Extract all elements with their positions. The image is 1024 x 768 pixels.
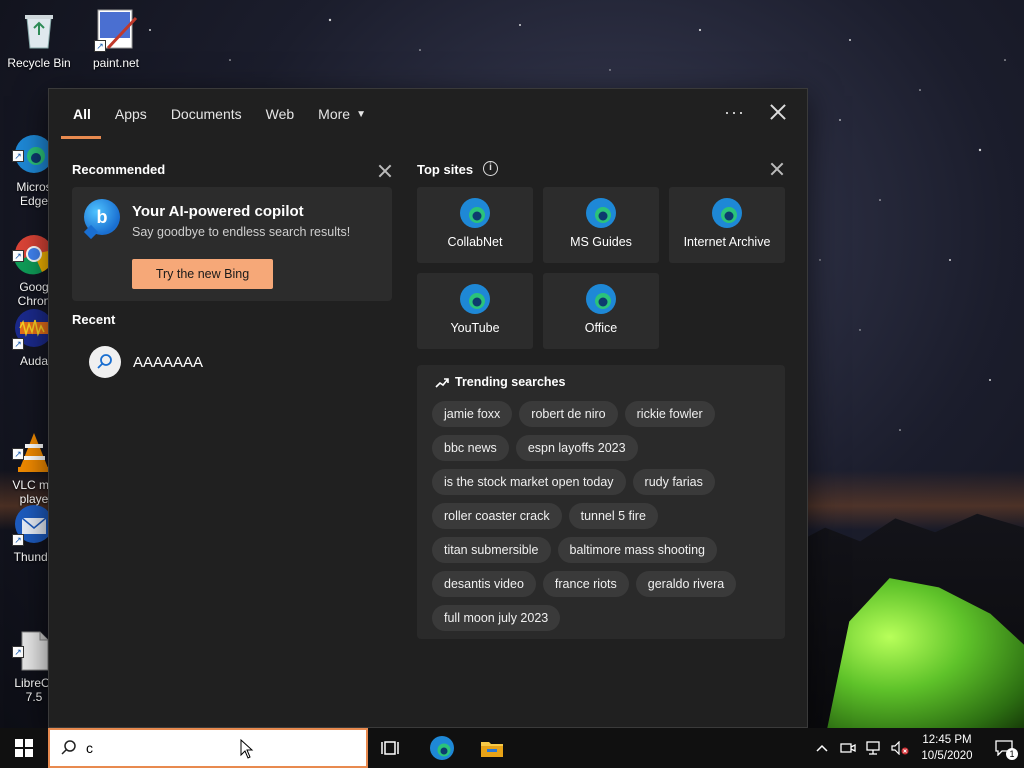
taskbar: 12:45 PM 10/5/2020 1 [0,728,1024,768]
recommended-title: Recommended [72,162,166,177]
site-label: CollabNet [447,235,503,249]
taskbar-search-input[interactable] [86,740,326,756]
tab-more[interactable]: More ▼ [306,89,378,139]
site-label: Office [584,321,618,335]
tab-label: Documents [170,106,242,122]
network-icon[interactable] [864,738,884,758]
recycle-bin-icon [17,8,61,52]
tab-web[interactable]: Web [254,89,307,139]
tab-label: More [318,106,351,122]
copilot-subtitle: Say goodbye to endless search results! [132,225,351,239]
desktop-icon-label: paint.net [92,56,140,70]
trending-chip[interactable]: rudy farias [632,469,715,495]
site-tile-youtube[interactable]: YouTube [417,273,533,349]
desktop-icon-paint-net[interactable]: ↗ paint.net [78,8,154,70]
try-new-bing-button[interactable]: Try the new Bing [132,259,273,289]
trending-chips: jamie foxx robert de niro rickie fowler bbc… [432,401,777,631]
trending-arrow-icon [435,378,449,388]
caret-down-icon: ▼ [356,108,366,120]
site-label: Internet Archive [683,235,771,249]
desktop-icon-label: Recycle Bin [7,56,71,70]
recent-item-label: AAAAAAA [133,353,204,371]
tab-apps[interactable]: Apps [103,89,159,139]
more-options-icon[interactable]: ··· [724,102,745,123]
shortcut-arrow-icon: ↗ [12,646,24,658]
trending-title: Trending searches [455,375,566,389]
paint-net-icon: ↗ [94,8,138,52]
search-tabs: All Apps Documents Web More ▼ [61,89,378,139]
edge-icon [460,284,490,314]
trending-chip[interactable]: is the stock market open today [432,469,626,495]
shortcut-arrow-icon: ↗ [12,150,24,162]
site-tile-office[interactable]: Office [543,273,659,349]
site-tile-internet-archive[interactable]: Internet Archive [669,187,785,263]
trending-chip[interactable]: titan submersible [432,537,551,563]
dismiss-top-sites-button[interactable] [769,161,785,177]
start-button[interactable] [0,728,48,768]
notifications-icon[interactable]: 1 [994,738,1018,760]
dismiss-recommended-button[interactable] [377,163,393,179]
trending-chip[interactable]: desantis video [432,571,536,597]
shortcut-arrow-icon: ↗ [94,40,106,52]
trending-chip[interactable]: bbc news [432,435,509,461]
trending-chip[interactable]: roller coaster crack [432,503,562,529]
shortcut-arrow-icon: ↗ [12,534,24,546]
shortcut-arrow-icon: ↗ [12,448,24,460]
volume-muted-icon[interactable] [890,738,910,758]
edge-icon[interactable] [428,734,456,762]
recent-title: Recent [72,312,116,327]
tab-label: All [73,106,91,122]
trending-chip[interactable]: full moon july 2023 [432,605,561,631]
edge-icon [586,198,616,228]
bing-logo-icon: b [84,199,120,235]
trending-chip[interactable]: robert de niro [519,401,618,427]
copilot-title: Your AI-powered copilot [132,203,304,220]
clock-time: 12:45 PM [922,734,972,746]
bing-logo-letter: b [96,206,108,227]
info-icon[interactable]: i [483,161,498,176]
trending-searches: Trending searches jamie foxx robert de ni… [417,365,785,639]
search-icon [89,346,121,378]
trending-chip[interactable]: rickie fowler [624,401,715,427]
copilot-card: b Your AI-powered copilot Say goodbye to… [72,187,392,301]
trending-chip[interactable]: geraldo rivera [635,571,737,597]
chevron-up-icon[interactable] [812,738,832,758]
windows-logo-icon [15,739,33,757]
tab-label: Web [265,106,295,122]
recent-item[interactable]: AAAAAAA [89,345,203,379]
task-view-icon[interactable] [378,734,406,762]
tab-label: Apps [114,106,147,122]
site-tile-collabnet[interactable]: CollabNet [417,187,533,263]
site-tile-ms-guides[interactable]: MS Guides [543,187,659,263]
top-sites-title: Top sites [417,162,474,177]
trending-chip[interactable]: tunnel 5 fire [568,503,658,529]
trending-chip[interactable]: jamie foxx [432,401,513,427]
system-tray: 12:45 PM 10/5/2020 1 [809,728,1024,768]
meet-now-icon[interactable] [838,738,858,758]
edge-icon [712,198,742,228]
shortcut-arrow-icon: ↗ [12,250,24,262]
close-panel-button[interactable] [767,101,789,123]
file-explorer-icon[interactable] [478,734,506,762]
tab-documents[interactable]: Documents [159,89,254,139]
site-label: MS Guides [570,235,632,249]
site-label: YouTube [450,321,500,335]
clock[interactable]: 12:45 PM 10/5/2020 [913,732,981,764]
search-icon [61,740,76,755]
clock-date: 10/5/2020 [921,750,973,762]
taskbar-search-box[interactable] [48,728,368,768]
trending-chip[interactable]: baltimore mass shooting [557,537,717,563]
trending-chip[interactable]: france riots [542,571,629,597]
mouse-cursor-icon [240,739,254,759]
shortcut-arrow-icon: ↗ [12,338,24,350]
notification-count-badge: 1 [1006,748,1018,760]
tab-all[interactable]: All [61,89,103,139]
edge-icon [586,284,616,314]
search-panel: All Apps Documents Web More ▼ ··· Recomme… [48,88,808,728]
edge-icon [460,198,490,228]
trending-chip[interactable]: espn layoffs 2023 [515,435,638,461]
desktop-icon-recycle-bin[interactable]: Recycle Bin [1,8,77,70]
